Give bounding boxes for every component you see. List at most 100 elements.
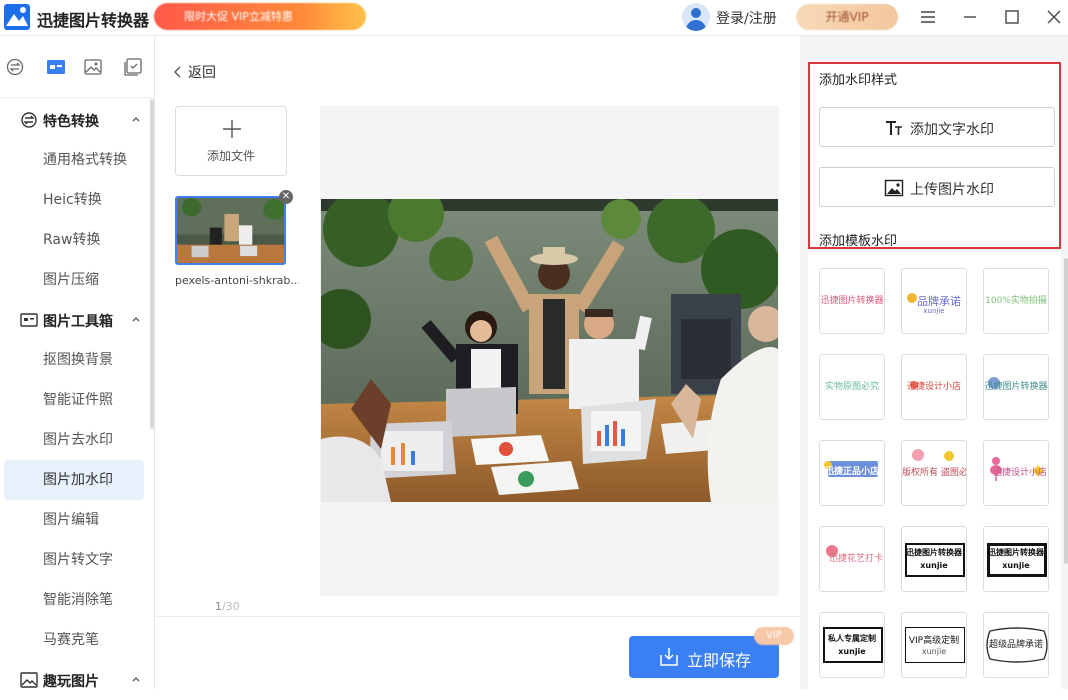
watermark-template[interactable]: 迅捷图片转换器 (983, 354, 1049, 420)
nav-item-id-photo[interactable]: 智能证件照 (4, 380, 144, 420)
watermark-template[interactable]: 迅捷图片转换器 (819, 268, 885, 334)
close-icon[interactable] (1042, 6, 1066, 28)
template-sub: xunjie (1002, 561, 1030, 570)
template-text: 100%实物拍摄 (985, 296, 1047, 306)
file-name: pexels-antoni-shkrab... (175, 274, 299, 287)
title-bar: 迅捷图片转换器 限时大促 VIP立减特惠 登录/注册 开通VIP (0, 0, 1068, 36)
nav-item-eraser[interactable]: 智能消除笔 (4, 580, 144, 620)
promo-banner[interactable]: 限时大促 VIP立减特惠 (154, 3, 366, 30)
sidebar: 特色转换 通用格式转换 Heic转换 Raw转换 图片压缩 图片工具箱 抠图换背… (0, 36, 155, 690)
upload-image-watermark-button[interactable]: 上传图片水印 (819, 167, 1055, 207)
maximize-icon[interactable] (1000, 6, 1024, 28)
nav-group-label: 特色转换 (43, 114, 99, 130)
add-file-label: 添加文件 (206, 149, 255, 163)
add-file-button[interactable]: 添加文件 (175, 106, 287, 176)
nav-item-ocr[interactable]: 图片转文字 (4, 540, 144, 580)
page-current: 1 (215, 600, 222, 613)
convert-tab-icon[interactable] (6, 58, 26, 78)
nav-group-label: 图片工具箱 (43, 314, 113, 330)
nav-item-remove-watermark[interactable]: 图片去水印 (4, 420, 144, 460)
image-upload-icon (884, 179, 904, 197)
page-counter: 1/30 (215, 600, 240, 613)
template-text: 迅捷花艺打卡 (828, 554, 883, 564)
flower-icon (912, 449, 924, 461)
download-icon (660, 648, 678, 666)
watermark-template[interactable]: 品牌承诺 xunjie (901, 268, 967, 334)
template-sub: xunjie (923, 307, 945, 315)
template-text: 迅捷图片转换器 (906, 548, 962, 557)
template-text: VIP高级定制 (908, 636, 960, 646)
minimize-icon[interactable] (958, 6, 982, 28)
watermark-template[interactable]: 超级品牌承诺 (983, 612, 1049, 678)
nav-item-edit[interactable]: 图片编辑 (4, 500, 144, 540)
nav-item-add-watermark[interactable]: 图片加水印 (4, 460, 144, 500)
watermark-template[interactable]: 实物原图必究 (819, 354, 885, 420)
toolbox-group-icon (20, 313, 38, 327)
watermark-template[interactable]: 迅捷设计小店 (901, 354, 967, 420)
template-text: 迅捷图片转换器 (984, 382, 1048, 392)
sidebar-scrollbar[interactable] (150, 99, 154, 429)
chevron-up-icon (132, 677, 140, 682)
convert-group-icon (21, 112, 37, 128)
template-text: 迅捷正品小店 (824, 467, 879, 477)
nav-group-special-convert[interactable]: 特色转换 (0, 100, 150, 140)
template-sub: xunjie (921, 647, 947, 656)
watermark-template[interactable]: 迅捷图片转换器 xunjie (983, 526, 1049, 592)
vip-button[interactable]: 开通VIP (796, 4, 898, 30)
batch-tab-icon[interactable] (124, 58, 144, 78)
preview-photo[interactable] (321, 199, 778, 502)
plus-icon (223, 120, 241, 138)
nav-item-format-convert[interactable]: 通用格式转换 (4, 140, 144, 180)
nav-group-fun[interactable]: 趣玩图片 (0, 660, 150, 700)
watermark-template[interactable]: 迅捷正品小店 (819, 440, 885, 506)
page-total: /30 (222, 600, 240, 613)
nav-item-heic[interactable]: Heic转换 (4, 180, 144, 220)
file-thumbnail[interactable] (175, 196, 286, 265)
watermark-template[interactable]: 100%实物拍摄 (983, 268, 1049, 334)
template-text: 迅捷设计小店 (906, 382, 961, 392)
save-vip-badge: VIP (754, 627, 794, 645)
watermark-template[interactable]: 迅捷设计小店 (983, 440, 1049, 506)
toolbox-tab-icon[interactable] (46, 58, 66, 78)
save-label: 立即保存 (687, 651, 752, 670)
watermark-style-box (808, 62, 1061, 249)
watermark-template[interactable]: 私人专属定制 xunjie (819, 612, 885, 678)
nav-group-toolbox[interactable]: 图片工具箱 (0, 300, 150, 340)
chevron-up-icon (132, 317, 140, 322)
user-avatar-icon[interactable] (682, 3, 710, 31)
sidebar-tabs (0, 36, 155, 98)
template-text: 迅捷图片转换器 (988, 548, 1044, 557)
watermark-template[interactable]: 迅捷花艺打卡 (819, 526, 885, 592)
template-sub: xunjie (920, 561, 948, 570)
template-sub: xunjie (838, 647, 866, 656)
nav-item-raw[interactable]: Raw转换 (4, 220, 144, 260)
nav-item-cutout[interactable]: 抠图换背景 (4, 340, 144, 380)
template-text: 迅捷图片转换器 (820, 296, 884, 306)
nav-group-label: 趣玩图片 (43, 674, 99, 690)
login-register-link[interactable]: 登录/注册 (716, 8, 777, 28)
remove-file-button[interactable]: ✕ (279, 190, 293, 204)
office-celebration-photo (321, 199, 778, 502)
watermark-template[interactable]: 迅捷图片转换器 xunjie (901, 526, 967, 592)
upload-image-watermark-label: 上传图片水印 (910, 182, 994, 198)
menu-icon[interactable] (916, 6, 940, 28)
template-text: 超级品牌承诺 (988, 640, 1043, 650)
chevron-up-icon (132, 117, 140, 122)
chevron-left-icon (174, 66, 181, 78)
watermark-template[interactable]: 版权所有 盗图必究 (901, 440, 967, 506)
template-text: 实物原图必究 (824, 382, 879, 392)
fun-group-icon (20, 672, 38, 688)
thumbnail-photo (177, 198, 284, 263)
template-text: 版权所有 盗图必究 (902, 468, 967, 478)
template-scrollbar[interactable] (1064, 258, 1068, 564)
nav-item-mosaic[interactable]: 马赛克笔 (4, 620, 144, 660)
back-button[interactable]: 返回 (174, 62, 216, 82)
app-logo-icon (4, 4, 30, 30)
watermark-template[interactable]: VIP高级定制 xunjie (901, 612, 967, 678)
add-text-watermark-button[interactable]: 添加文字水印 (819, 107, 1055, 147)
flower-icon (944, 451, 954, 461)
image-tab-icon[interactable] (84, 58, 104, 78)
back-label: 返回 (188, 65, 216, 81)
add-text-watermark-label: 添加文字水印 (910, 122, 994, 138)
nav-item-compress[interactable]: 图片压缩 (4, 260, 144, 300)
